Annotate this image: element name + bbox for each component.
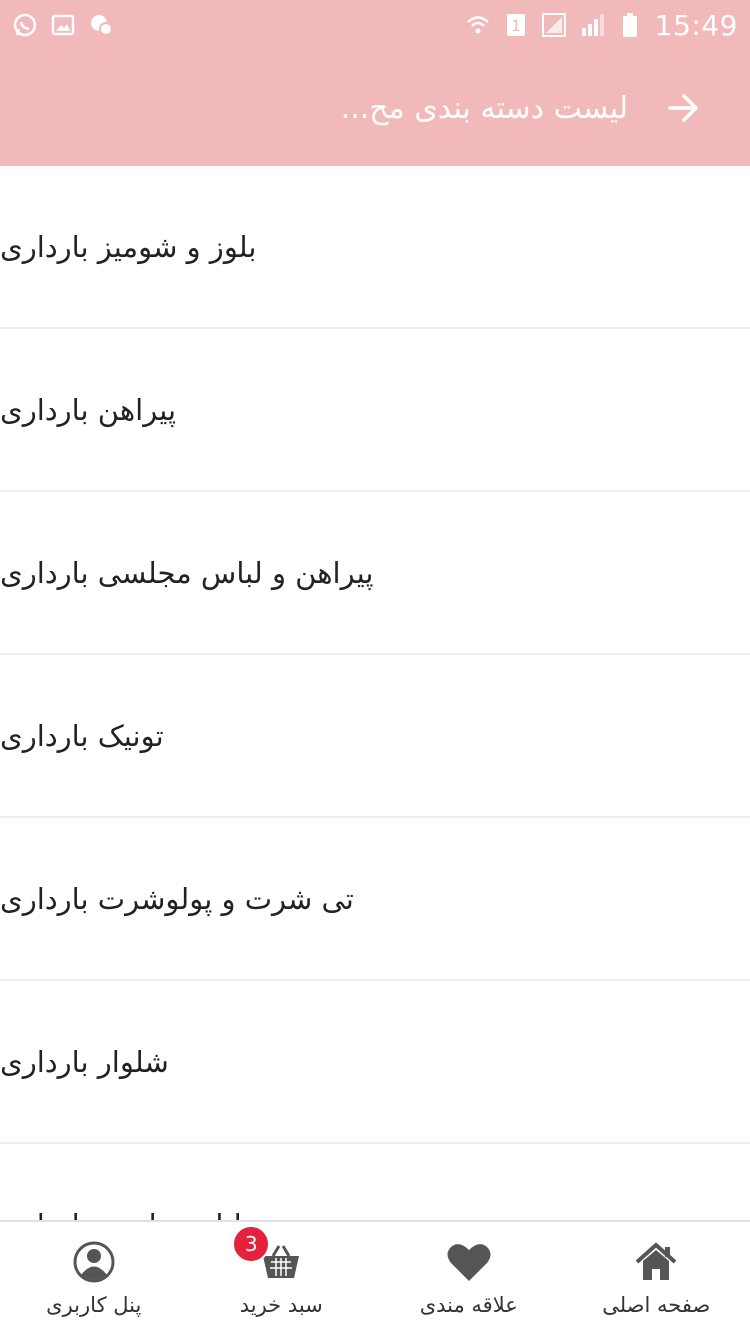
signal-icon	[579, 12, 605, 38]
nav-favorites[interactable]: علاقه مندی	[375, 1222, 563, 1334]
battery-icon	[617, 12, 643, 38]
status-bar-left	[12, 12, 114, 38]
category-label: تی شرت و پولوشرت بارداری	[0, 881, 354, 916]
basket-icon: 3	[232, 1225, 304, 1285]
category-label: پیراهن و لباس مجلسی بارداری	[0, 555, 374, 590]
signal-icon	[541, 12, 567, 38]
nav-label: صفحه اصلی	[602, 1293, 711, 1317]
status-bar-right: 1 15:49	[465, 9, 738, 42]
category-item[interactable]: بلوز و شومیز بارداری	[0, 166, 750, 329]
sim-icon: 1	[503, 12, 529, 38]
arrow-right-icon	[668, 94, 698, 122]
cart-count-badge: 3	[232, 1225, 271, 1263]
category-item[interactable]: پیراهن و لباس مجلسی بارداری	[0, 492, 750, 655]
category-label: بلوز و شومیز بارداری	[0, 229, 257, 264]
svg-text:1: 1	[511, 17, 521, 35]
whatsapp-icon	[12, 12, 38, 38]
nav-label: علاقه مندی	[419, 1293, 518, 1317]
app-bar: لیست دسته بندی مح...	[0, 50, 750, 166]
category-label: پیراهن بارداری	[0, 392, 177, 427]
nav-label: پنل کاربری	[46, 1293, 142, 1317]
category-label: شلوار بارداری	[0, 1044, 169, 1079]
nav-home[interactable]: صفحه اصلی	[563, 1222, 750, 1334]
back-button[interactable]	[662, 86, 706, 130]
home-icon	[633, 1239, 679, 1285]
nav-label: سبد خرید	[239, 1293, 323, 1317]
status-bar: 1 15:49	[0, 0, 750, 50]
category-item[interactable]: شلوار بارداری	[0, 981, 750, 1144]
gallery-icon	[50, 12, 76, 38]
chat-icon	[88, 12, 114, 38]
category-item[interactable]: تی شرت و پولوشرت بارداری	[0, 818, 750, 981]
category-label: لباس راحتی بارداری	[0, 1208, 242, 1221]
user-icon	[71, 1239, 117, 1285]
nav-user-panel[interactable]: پنل کاربری	[0, 1222, 188, 1334]
heart-icon	[446, 1239, 492, 1285]
category-item[interactable]: تونیک بارداری	[0, 655, 750, 818]
category-item[interactable]: پیراهن بارداری	[0, 329, 750, 492]
bottom-nav: پنل کاربری 3 سبد خرید علاقه مندی صفحه اص…	[0, 1220, 750, 1334]
page-title: لیست دسته بندی مح...	[340, 90, 628, 126]
nav-cart[interactable]: 3 سبد خرید	[188, 1222, 376, 1334]
category-label: تونیک بارداری	[0, 718, 164, 753]
wifi-icon	[465, 12, 491, 38]
status-time: 15:49	[654, 8, 738, 42]
category-item[interactable]: لباس راحتی بارداری	[0, 1144, 750, 1221]
category-list: بلوز و شومیز بارداری پیراهن بارداری پیرا…	[0, 166, 750, 1220]
